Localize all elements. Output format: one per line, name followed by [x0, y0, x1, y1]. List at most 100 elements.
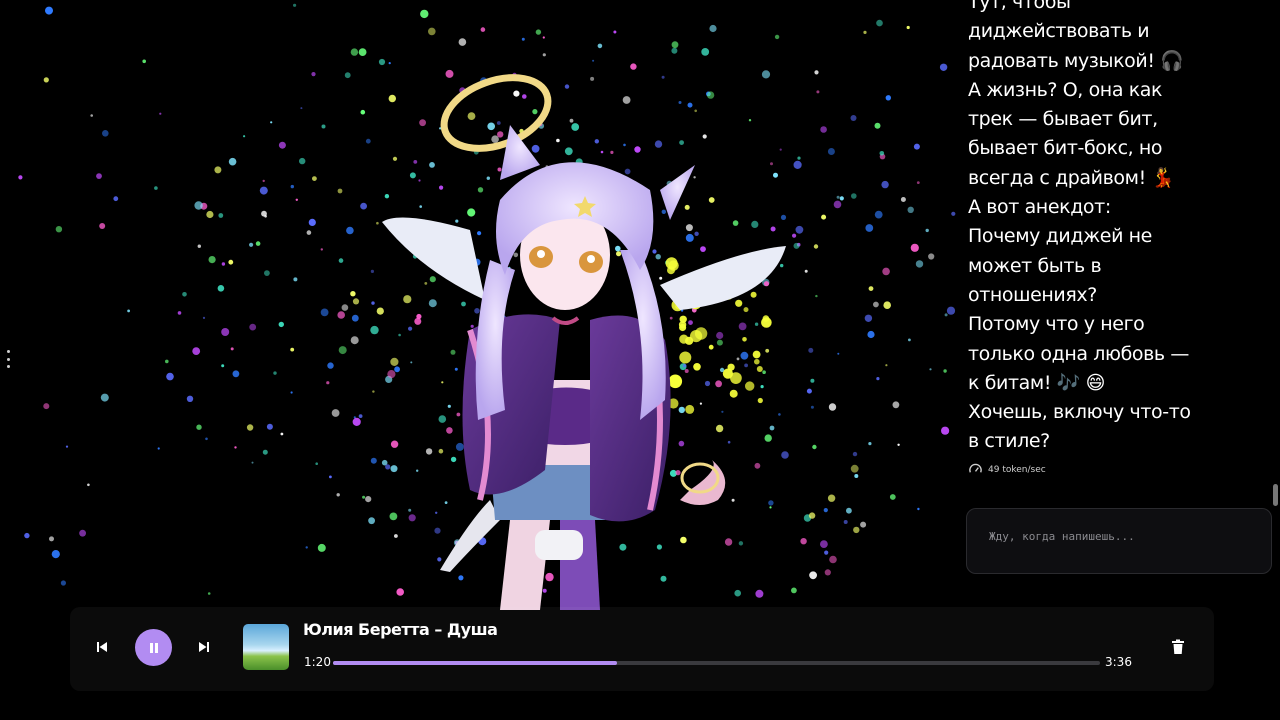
particle-dot: [262, 179, 265, 183]
particle-dot: [49, 536, 54, 542]
particle-dot: [344, 72, 351, 79]
next-track-button[interactable]: [194, 637, 214, 657]
chat-input-box[interactable]: [966, 508, 1272, 574]
particle-dot: [196, 424, 202, 430]
particle-dot: [671, 41, 679, 49]
particle-dot: [486, 176, 490, 180]
particle-dot: [290, 391, 293, 394]
particle-dot: [350, 336, 359, 345]
particle-dot: [929, 368, 932, 371]
particle-dot: [654, 140, 663, 148]
particle-dot: [337, 188, 343, 194]
particle-dot: [370, 325, 379, 335]
track-title: Юлия Беретта – Душа: [303, 620, 498, 639]
particle-dot: [678, 406, 685, 414]
particle-dot: [413, 160, 418, 164]
particle-dot: [837, 352, 840, 355]
particle-dot: [706, 91, 715, 99]
particle-dot: [699, 402, 703, 405]
particle-dot: [750, 291, 757, 298]
particle-dot: [634, 146, 641, 153]
particle-dot: [679, 334, 689, 344]
particle-dot: [864, 314, 873, 322]
play-pause-button[interactable]: [135, 629, 172, 666]
particle-dot: [769, 506, 772, 509]
particle-dot: [736, 357, 740, 361]
particle-dot: [205, 437, 208, 441]
chat-scrollbar[interactable]: [1273, 484, 1278, 506]
particle-dot: [925, 228, 929, 233]
side-menu-handle-icon[interactable]: [5, 350, 11, 368]
particle-dot: [300, 107, 303, 110]
particle-dot: [827, 148, 835, 155]
particle-dot: [43, 77, 49, 83]
particle-dot: [709, 24, 717, 33]
particle-dot: [846, 507, 852, 514]
particle-dot: [197, 244, 201, 248]
particle-dot: [408, 326, 413, 331]
particle-dot: [428, 27, 436, 36]
particle-dot: [768, 500, 774, 506]
particle-dot: [387, 370, 396, 379]
particle-dot: [724, 538, 733, 546]
particle-dot: [729, 389, 738, 398]
particle-dot: [915, 260, 924, 268]
particle-dot: [439, 185, 444, 190]
particle-dot: [820, 126, 827, 133]
particle-dot: [770, 162, 773, 166]
particle-dot: [774, 34, 780, 40]
particle-dot: [716, 331, 724, 340]
particle-dot: [761, 70, 771, 79]
previous-track-button[interactable]: [92, 637, 112, 657]
particle-dot: [592, 59, 595, 62]
delete-track-button[interactable]: [1168, 637, 1188, 657]
particle-dot: [251, 461, 254, 464]
particle-dot: [338, 258, 344, 263]
particle-dot: [228, 259, 234, 265]
particle-dot: [908, 338, 911, 342]
particle-dot: [467, 112, 476, 120]
particle-dot: [569, 118, 574, 123]
particle-dot: [808, 512, 816, 519]
particle-dot: [315, 462, 319, 466]
particle-dot: [812, 444, 817, 450]
progress-bar[interactable]: [333, 661, 1100, 665]
particle-dot: [791, 587, 797, 594]
particle-dot: [685, 233, 694, 242]
particle-dot: [521, 37, 525, 41]
particle-dot: [630, 63, 637, 70]
particle-dot: [99, 223, 106, 229]
particle-dot: [809, 571, 817, 580]
particle-dot: [87, 483, 90, 487]
particle-dot: [317, 543, 326, 552]
particle-dot: [264, 215, 267, 218]
particle-dot: [917, 507, 920, 511]
particle-dot: [458, 38, 467, 46]
chat-input[interactable]: [987, 529, 1261, 544]
particle-dot: [96, 173, 102, 180]
particle-dot: [467, 208, 476, 217]
particle-dot: [882, 267, 890, 276]
particle-dot: [675, 470, 681, 476]
particle-dot: [556, 138, 560, 143]
particle-dot: [384, 194, 390, 199]
particle-dot: [564, 84, 570, 89]
particle-dot: [214, 166, 222, 174]
total-time: 3:36: [1105, 655, 1132, 669]
particle-dot: [446, 427, 453, 434]
particle-dot: [779, 148, 782, 151]
particle-dot: [338, 346, 347, 355]
token-rate: 49 token/sec: [968, 462, 1046, 477]
particle-dot: [600, 150, 604, 154]
particle-dot: [535, 29, 542, 35]
particle-dot: [418, 179, 421, 182]
particle-dot: [113, 196, 119, 202]
particle-dot: [450, 456, 457, 463]
particle-dot: [358, 414, 363, 418]
particle-dot: [853, 526, 860, 534]
speedometer-icon: [969, 463, 982, 473]
pause-icon: [149, 642, 158, 653]
particle-dot: [290, 347, 295, 352]
particle-dot: [839, 196, 844, 201]
particle-dot: [365, 138, 371, 144]
